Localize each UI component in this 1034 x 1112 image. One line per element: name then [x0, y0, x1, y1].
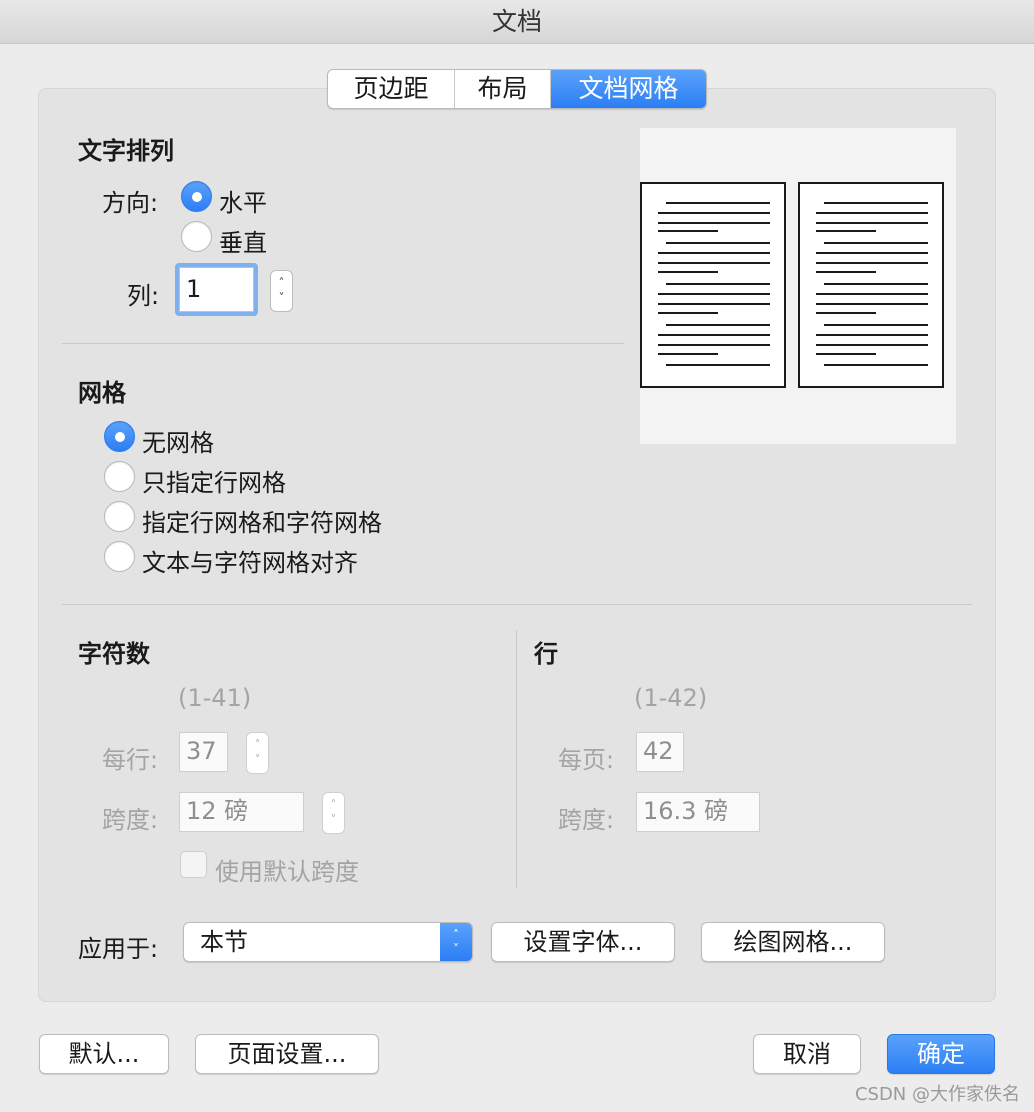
default-button[interactable]: 默认...	[39, 1034, 169, 1074]
chevron-down-icon[interactable]: ˅	[331, 813, 337, 828]
direction-horizontal-radio[interactable]	[181, 181, 212, 212]
chevron-up-icon[interactable]: ˄	[279, 276, 285, 291]
characters-heading: 字符数	[78, 640, 150, 668]
grid-lines-only-radio[interactable]	[104, 461, 135, 492]
grid-lines-and-chars-radio[interactable]	[104, 501, 135, 532]
direction-vertical-label[interactable]: 垂直	[219, 223, 267, 258]
window-title: 文档	[0, 0, 1034, 44]
watermark: CSDN @大作家佚名	[854, 1084, 1020, 1105]
columns-input[interactable]: 1	[179, 267, 254, 312]
chars-pitch-input[interactable]: 12 磅	[179, 792, 304, 832]
chevron-down-icon[interactable]: ˅	[279, 291, 285, 306]
chars-per-line-input[interactable]: 37	[179, 732, 228, 772]
drawing-grid-button[interactable]: 绘图网格...	[701, 922, 885, 962]
apply-to-label: 应用于:	[78, 935, 159, 963]
cancel-button[interactable]: 取消	[753, 1034, 861, 1074]
grid-none-label[interactable]: 无网格	[142, 423, 214, 458]
direction-label: 方向:	[102, 189, 159, 217]
lines-pitch-label: 跨度:	[558, 806, 615, 834]
tab-bar: 页边距 布局 文档网格	[327, 69, 707, 109]
grid-lines-and-chars-label[interactable]: 指定行网格和字符网格	[142, 503, 382, 538]
lines-per-page-input[interactable]: 42	[636, 732, 684, 772]
tab-layout[interactable]: 布局	[455, 70, 551, 108]
lines-per-page-label: 每页:	[558, 746, 615, 774]
layout-preview	[640, 128, 956, 444]
chars-per-line-stepper[interactable]: ˄ ˅	[246, 732, 269, 774]
chars-pitch-stepper[interactable]: ˄ ˅	[322, 792, 345, 834]
apply-to-select[interactable]: 本节 ˄ ˅	[183, 922, 473, 962]
ok-button[interactable]: 确定	[887, 1034, 995, 1074]
text-layout-heading: 文字排列	[78, 137, 174, 165]
tab-margins[interactable]: 页边距	[328, 70, 455, 108]
preview-page-right	[798, 182, 944, 388]
grid-snap-chars-radio[interactable]	[104, 541, 135, 572]
direction-horizontal-label[interactable]: 水平	[219, 183, 267, 218]
select-arrows-icon[interactable]: ˄ ˅	[440, 923, 472, 961]
column-divider	[516, 630, 517, 888]
grid-none-radio[interactable]	[104, 421, 135, 452]
preview-page-left	[640, 182, 786, 388]
divider	[62, 343, 624, 344]
chevron-up-icon[interactable]: ˄	[331, 798, 337, 813]
characters-range: (1-41)	[178, 684, 252, 712]
grid-heading: 网格	[78, 379, 126, 407]
lines-range: (1-42)	[634, 684, 708, 712]
columns-stepper[interactable]: ˄ ˅	[270, 270, 293, 312]
tab-document-grid[interactable]: 文档网格	[551, 70, 706, 108]
default-pitch-label[interactable]: 使用默认跨度	[215, 852, 359, 887]
direction-vertical-radio[interactable]	[181, 221, 212, 252]
columns-label: 列:	[127, 282, 160, 310]
apply-to-value: 本节	[200, 928, 248, 956]
chevron-down-icon[interactable]: ˅	[255, 753, 261, 768]
divider	[62, 604, 972, 605]
chars-per-line-label: 每行:	[102, 746, 159, 774]
lines-pitch-input[interactable]: 16.3 磅	[636, 792, 760, 832]
grid-lines-only-label[interactable]: 只指定行网格	[142, 463, 286, 498]
grid-snap-chars-label[interactable]: 文本与字符网格对齐	[142, 543, 358, 578]
set-font-button[interactable]: 设置字体...	[491, 922, 675, 962]
lines-heading: 行	[534, 640, 558, 668]
chevron-up-icon[interactable]: ˄	[255, 738, 261, 753]
default-pitch-checkbox[interactable]	[180, 851, 207, 878]
chars-pitch-label: 跨度:	[102, 806, 159, 834]
page-setup-button[interactable]: 页面设置...	[195, 1034, 379, 1074]
